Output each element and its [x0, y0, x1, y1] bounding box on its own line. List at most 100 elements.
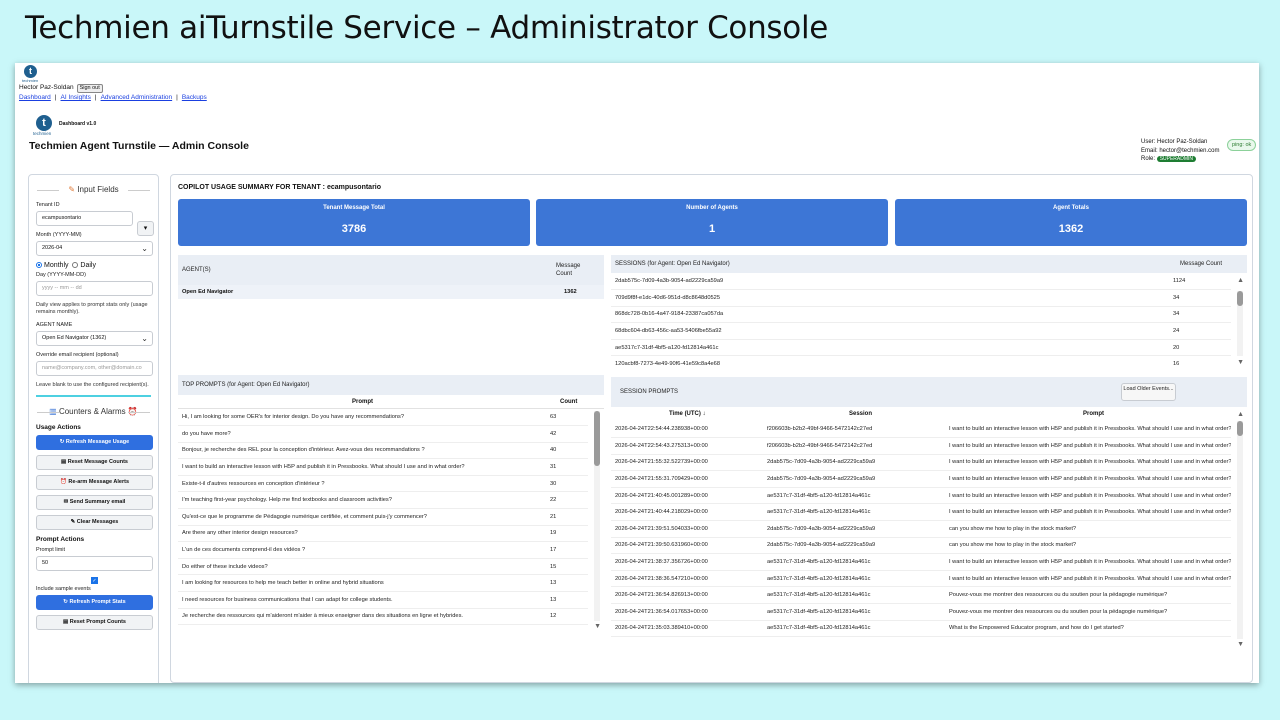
event-session: ae5317c7-31df-4bf5-a120-fd12814a461c [767, 625, 871, 632]
refresh-message-usage-button[interactable]: ↻ Refresh Message Usage [36, 435, 153, 450]
event-prompt: I want to build an interactive lesson wi… [949, 509, 1231, 516]
rearm-message-alerts-button[interactable]: ⏰ Re-arm Message Alerts [36, 475, 153, 490]
monthly-radio[interactable] [36, 262, 42, 268]
session-prompt-row[interactable]: 2026-04-24T21:40:45.001289+00:00 ae5317c7… [611, 487, 1231, 504]
top-prompt-row[interactable]: Je recherche des ressources qui m'aidero… [178, 608, 588, 625]
event-prompt: can you show me how to play in the stock… [949, 542, 1077, 549]
session-id: 120acbf8-7273-4e49-90f6-41e59c8a4e68 [615, 361, 720, 368]
session-prompt-row[interactable]: 2026-04-24T21:38:36.547210+00:00 ae5317c7… [611, 570, 1231, 587]
session-row[interactable]: 2dab575c-7d09-4a3b-9054-ad2229ca59a9 1124 [611, 273, 1231, 290]
top-prompt-row[interactable]: Qu'est-ce que le programme de Pédagogie … [178, 509, 588, 526]
agents-panel: AGENT(S) Message Count Open Ed Navigator… [178, 255, 604, 367]
event-prompt: I want to build an interactive lesson wi… [949, 492, 1231, 499]
prompt-count: 22 [550, 497, 557, 504]
top-prompt-row[interactable]: Are there any other interior design reso… [178, 525, 588, 542]
session-prompt-row[interactable]: 2026-04-24T21:38:37.356726+00:00 ae5317c7… [611, 554, 1231, 571]
session-prompt-row[interactable]: 2026-04-24T21:35:03.389410+00:00 ae5317c7… [611, 620, 1231, 637]
tenant-input[interactable]: ecampusontario [36, 211, 133, 226]
prompt-count: 19 [550, 530, 557, 537]
clear-messages-button[interactable]: ✎ Clear Messages [36, 515, 153, 530]
scroll-up-icon[interactable]: ▲ [1237, 277, 1244, 284]
prompt-text: L'un de ces documents comprend-il des vi… [182, 547, 306, 554]
techmien-logo-icon[interactable]: t [24, 65, 37, 78]
scroll-down-icon[interactable]: ▼ [1237, 359, 1244, 366]
top-prompt-row[interactable]: Hi, I am looking for some OER's for inte… [178, 409, 588, 426]
agents-col-header: AGENT(S) [182, 267, 211, 273]
session-row[interactable]: 868dc728-0b16-4a47-9184-23387ca057da 34 [611, 306, 1231, 323]
session-prompt-row[interactable]: 2026-04-24T21:36:54.017653+00:00 ae5317c7… [611, 604, 1231, 621]
session-id: 2dab575c-7d09-4a3b-9054-ad2229ca59a9 [615, 278, 724, 285]
prompt-count: 63 [550, 414, 557, 421]
main-panel: COPILOT USAGE SUMMARY FOR TENANT : ecamp… [170, 174, 1253, 683]
daily-radio[interactable] [72, 262, 79, 268]
session-prompt-row[interactable]: 2026-04-24T21:39:50.631960+00:00 2dab575c… [611, 537, 1231, 554]
load-older-events-button[interactable]: Load Older Events... [1121, 383, 1176, 401]
session-row[interactable]: ae5317c7-31df-4bf5-a120-fd12814a461c 20 [611, 339, 1231, 356]
top-prompt-row[interactable]: Existe-t-il d'autres ressources en conce… [178, 475, 588, 492]
top-prompt-row[interactable]: L'un de ces documents comprend-il des vi… [178, 542, 588, 559]
session-count: 16 [1173, 361, 1180, 368]
event-time: 2026-04-24T21:40:44.218029+00:00 [615, 509, 708, 516]
prompt-count: 31 [550, 464, 557, 471]
prompt-text: I want to build an interactive lesson wi… [182, 464, 465, 471]
top-prompt-row[interactable]: I'm teaching first-year psychology. Help… [178, 492, 588, 509]
day-input[interactable]: yyyy -- mm -- dd [36, 281, 153, 296]
sidebar: ✎ Input Fields Tenant ID ecampusontario … [28, 174, 159, 683]
prompt-count: 42 [550, 430, 557, 437]
session-prompt-row[interactable]: 2026-04-24T21:36:54.826913+00:00 ae5317c7… [611, 587, 1231, 604]
session-prompt-row[interactable]: 2026-04-24T22:54:44.238938+00:00 f206603b… [611, 421, 1231, 438]
event-session: ae5317c7-31df-4bf5-a120-fd12814a461c [767, 575, 871, 582]
session-row[interactable]: 120acbf8-7273-4e49-90f6-41e59c8a4e68 16 [611, 356, 1231, 370]
nav-ai-insights[interactable]: AI Insights [61, 94, 91, 101]
top-prompt-row[interactable]: Do either of these include videos? 15 [178, 558, 588, 575]
email-note: Leave blank to use the configured recipi… [36, 382, 149, 388]
event-session: 2dab575c-7d09-4a3b-9054-ad2229ca59a9 [767, 476, 876, 483]
reset-prompt-counts-button[interactable]: ▤ Reset Prompt Counts [36, 615, 153, 630]
ping-status-badge: ping: ok [1227, 139, 1257, 151]
reset-message-counts-button[interactable]: ▤ Reset Message Counts [36, 455, 153, 470]
nav-advanced-admin[interactable]: Advanced Administration [101, 94, 173, 101]
prompt-text: Hi, I am looking for some OER's for inte… [182, 414, 405, 421]
top-prompts-scrollbar[interactable] [594, 411, 600, 621]
top-prompt-row[interactable]: do you have more? 42 [178, 426, 588, 443]
prompt-text: I need resources for business communicat… [182, 596, 393, 603]
month-select[interactable]: 2026-04 ⌄ [36, 241, 153, 256]
sign-out-button[interactable]: Sign out [76, 84, 103, 93]
prompt-count: 17 [550, 547, 557, 554]
agent-select[interactable]: Open Ed Navigator (1362) ⌄ [36, 331, 153, 346]
sessions-count-header: Message Count [1180, 261, 1223, 267]
nav-backups[interactable]: Backups [182, 94, 207, 101]
include-sample-checkbox[interactable]: ✓ [91, 577, 98, 584]
top-prompt-row[interactable]: I need resources for business communicat… [178, 592, 588, 609]
refresh-prompt-stats-button[interactable]: ↻ Refresh Prompt Stats [36, 595, 153, 610]
send-summary-email-button[interactable]: ✉ Send Summary email [36, 495, 153, 510]
event-time: 2026-04-24T21:39:51.504033+00:00 [615, 525, 708, 532]
session-prompt-row[interactable]: 2026-04-24T21:55:32.522739+00:00 2dab575c… [611, 454, 1231, 471]
sessions-scrollbar[interactable] [1237, 291, 1243, 356]
session-row[interactable]: 68dbc604-db63-456c-aa53-5406fbe55a92 24 [611, 323, 1231, 340]
session-prompts-scrollbar[interactable] [1237, 421, 1243, 639]
session-prompt-row[interactable]: 2026-04-24T22:54:43.275313+00:00 f206603b… [611, 438, 1231, 455]
session-prompt-row[interactable]: 2026-04-24T21:39:51.504033+00:00 2dab575c… [611, 521, 1231, 538]
scroll-down-icon[interactable]: ▼ [1237, 641, 1244, 648]
top-prompt-row[interactable]: I am looking for resources to help me te… [178, 575, 588, 592]
session-prompt-row[interactable]: 2026-04-24T21:40:44.218029+00:00 ae5317c7… [611, 504, 1231, 521]
agent-row[interactable]: Open Ed Navigator 1362 [178, 285, 604, 299]
nav-dashboard[interactable]: Dashboard [19, 94, 51, 101]
prompt-limit-input[interactable]: 50 [36, 556, 153, 571]
top-prompt-row[interactable]: Bonjour, je recherche des REL pour la co… [178, 442, 588, 459]
session-count: 34 [1173, 311, 1180, 318]
scroll-down-icon[interactable]: ▼ [594, 623, 601, 630]
event-time: 2026-04-24T21:40:45.001289+00:00 [615, 492, 708, 499]
event-prompt: I want to build an interactive lesson wi… [949, 476, 1231, 483]
time-col-header[interactable]: Time (UTC) ↓ [669, 411, 706, 417]
tenant-dropdown-button[interactable]: ▾ [137, 221, 154, 236]
email-override-input[interactable]: name@company.com, other@domain.co [36, 361, 153, 376]
event-prompt: can you show me how to play in the stock… [949, 525, 1077, 532]
session-row[interactable]: 709d9f8f-e1dc-40d6-951d-d8c8648d0525 34 [611, 290, 1231, 307]
scroll-up-icon[interactable]: ▲ [1237, 411, 1244, 418]
top-bar: t techmien Hector Paz-Soldan Sign out Das… [19, 65, 207, 102]
session-prompt-row[interactable]: 2026-04-24T21:55:31.709429+00:00 2dab575c… [611, 471, 1231, 488]
top-prompt-row[interactable]: I want to build an interactive lesson wi… [178, 459, 588, 476]
user-line: User: Hector Paz-Soldan [1141, 139, 1208, 145]
